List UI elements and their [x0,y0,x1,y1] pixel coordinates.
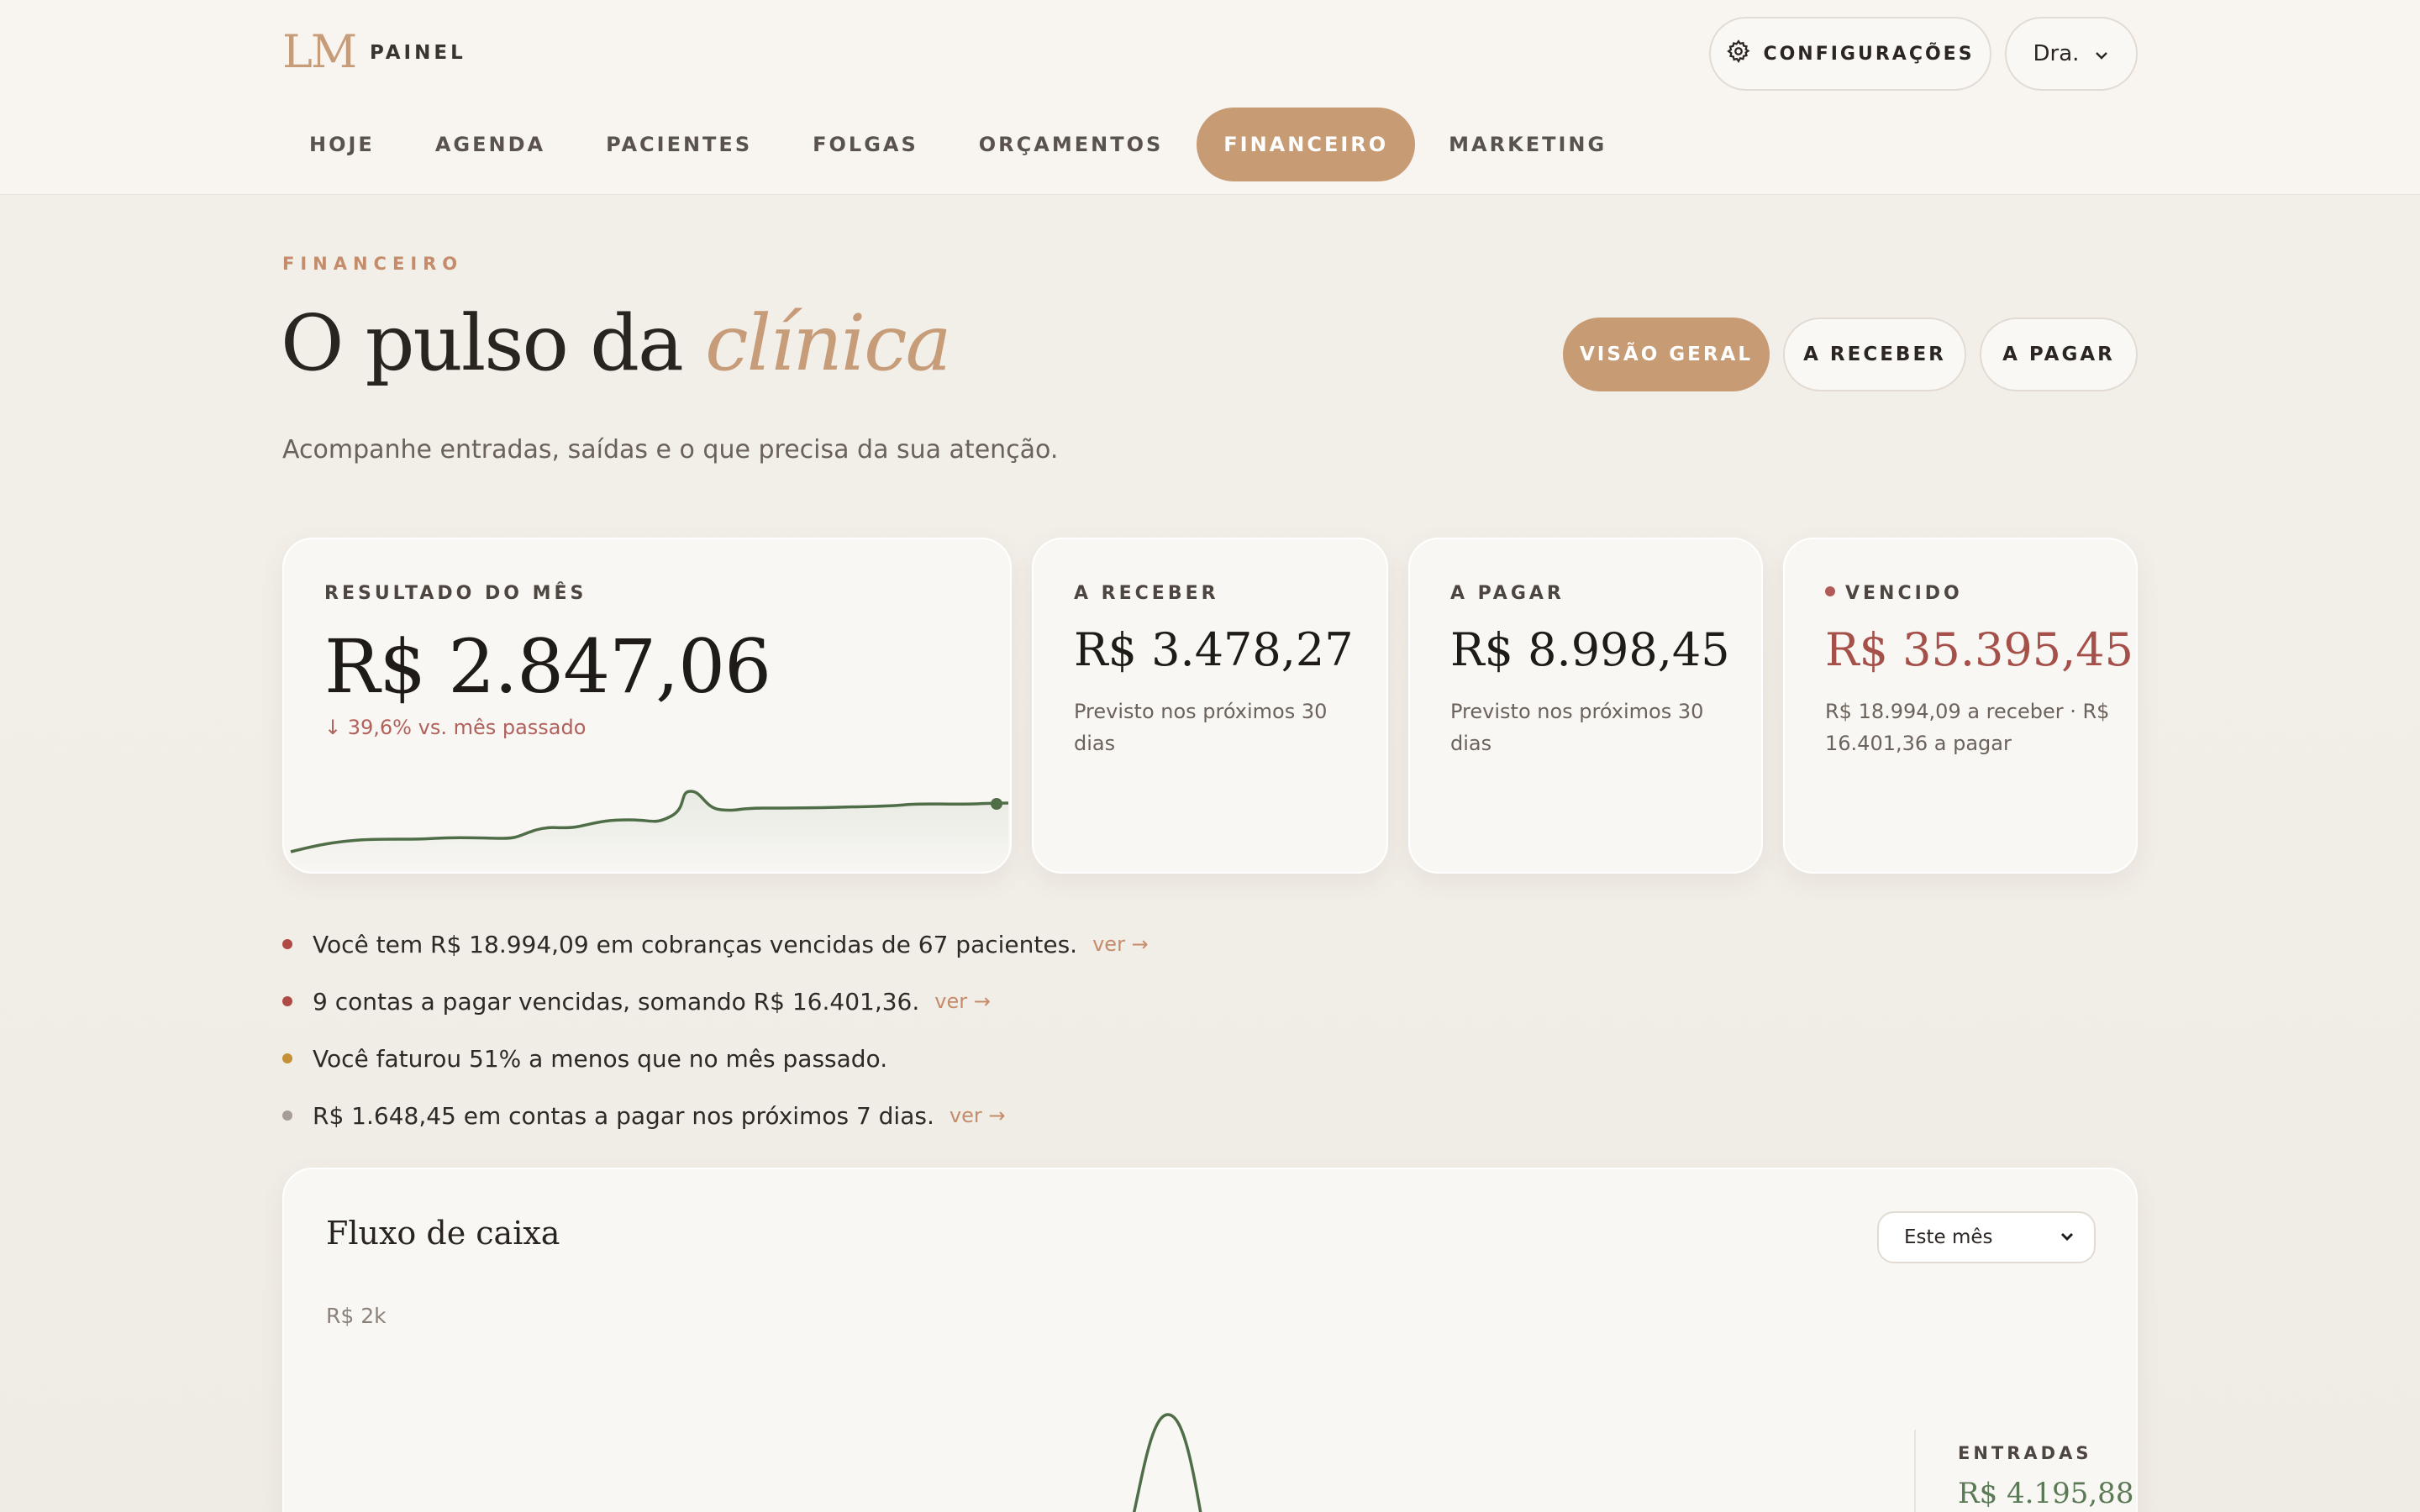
overdue-card-label: VENCIDO [1825,583,1963,604]
chevron-down-icon [2059,1227,2075,1251]
tab-a-pagar[interactable]: A PAGAR [1980,318,2138,391]
chevron-down-icon [2094,41,2109,66]
page-title-main: O pulso da [281,298,706,388]
alert-text: Você faturou 51% a menos que no mês pass… [313,1044,888,1073]
alert-item: Você tem R$ 18.994,09 em cobranças venci… [282,916,1149,973]
payable-card-note: Previsto nos próximos 30 dias [1450,700,1704,755]
alert-item: 9 contas a pagar vencidas, somando R$ 16… [282,973,1149,1030]
nav-hoje[interactable]: HOJE [282,108,402,181]
alerts-list: Você tem R$ 18.994,09 em cobranças venci… [282,916,1149,1144]
overdue-card-note: R$ 18.994,09 a receber · R$ 16.401,36 a … [1825,700,2110,755]
alert-bullet-icon [282,1053,292,1063]
result-card-label: RESULTADO DO MÊS [324,583,587,604]
result-card-value: R$ 2.847,06 [324,623,771,710]
receivable-card-value: R$ 3.478,27 [1074,623,1354,676]
receivable-card-label: A RECEBER [1074,583,1219,604]
tab-visao-geral[interactable]: VISÃO GERAL [1563,318,1770,391]
alert-item: R$ 1.648,45 em contas a pagar nos próxim… [282,1087,1149,1144]
alert-link[interactable]: ver → [1092,932,1149,956]
overdue-card[interactable]: VENCIDO R$ 35.395,45 R$ 18.994,09 a rece… [1783,538,2138,874]
cashflow-entries-value: R$ 4.195,88 [1958,1477,2134,1510]
period-select-value: Este mês [1904,1226,1993,1248]
cashflow-summary: ENTRADAS R$ 4.195,88 [1914,1430,2136,1512]
nav-marketing[interactable]: MARKETING [1422,108,1634,181]
overdue-card-label-text: VENCIDO [1845,583,1963,604]
alert-text: R$ 1.648,45 em contas a pagar nos próxim… [313,1101,934,1130]
cashflow-title: Fluxo de caixa [326,1215,560,1252]
cashflow-entries-label: ENTRADAS [1958,1443,2092,1463]
result-card-delta: ↓ 39,6% vs. mês passado [324,716,587,739]
tab-a-receber[interactable]: A RECEBER [1783,318,1966,391]
nav-financeiro[interactable]: FINANCEIRO [1197,108,1416,181]
alert-bullet-icon [282,939,292,949]
alert-link[interactable]: ver → [950,1104,1006,1127]
nav-agenda[interactable]: AGENDA [408,108,572,181]
receivable-card-note: Previsto nos próximos 30 dias [1074,700,1328,755]
nav-pacientes[interactable]: PACIENTES [579,108,779,181]
alert-item: Você faturou 51% a menos que no mês pass… [282,1030,1149,1087]
alert-text: Você tem R$ 18.994,09 em cobranças venci… [313,930,1078,958]
alert-bullet-icon [282,1110,292,1121]
nav-orcamentos[interactable]: ORÇAMENTOS [952,108,1191,181]
brand-label: PAINEL [370,42,466,64]
top-bar: LM PAINEL CONFIGURAÇÕES Dra. HOJE AGENDA… [0,0,2420,195]
gear-icon [1726,39,1751,69]
cashflow-chart [1132,1413,1202,1512]
payable-card-label: A PAGAR [1450,583,1565,604]
period-select[interactable]: Este mês [1877,1211,2096,1263]
receivable-card[interactable]: A RECEBER R$ 3.478,27 Previsto nos próxi… [1032,538,1388,874]
alert-text: 9 contas a pagar vencidas, somando R$ 16… [313,987,920,1016]
nav-folgas[interactable]: FOLGAS [786,108,945,181]
overdue-card-value: R$ 35.395,45 [1825,623,2134,676]
settings-label: CONFIGURAÇÕES [1763,43,1975,65]
cashflow-line [1132,1413,1202,1512]
payable-card[interactable]: A PAGAR R$ 8.998,45 Previsto nos próximo… [1408,538,1763,874]
payable-card-value: R$ 8.998,45 [1450,623,1730,676]
user-label: Dra. [2033,41,2080,66]
logo[interactable]: LM [282,25,357,78]
result-sparkline [290,790,1009,872]
y-axis-tick: R$ 2k [326,1304,387,1328]
page-subtitle: Acompanhe entradas, saídas e o que preci… [282,435,1059,465]
main-nav: HOJE AGENDA PACIENTES FOLGAS ORÇAMENTOS … [282,108,1640,181]
alert-bullet-icon [282,996,292,1006]
user-menu-button[interactable]: Dra. [2005,17,2138,91]
result-card: RESULTADO DO MÊS R$ 2.847,06 ↓ 39,6% vs.… [282,538,1012,874]
alert-link[interactable]: ver → [934,990,991,1013]
page-title: O pulso da clínica [281,298,952,388]
settings-button[interactable]: CONFIGURAÇÕES [1709,17,1991,91]
cashflow-card: Fluxo de caixa Este mês R$ 2k ENTRADAS R… [282,1168,2138,1512]
section-eyebrow: FINANCEIRO [282,254,464,274]
page-title-accent: clínica [705,298,951,388]
overdue-dot-icon [1825,586,1835,596]
